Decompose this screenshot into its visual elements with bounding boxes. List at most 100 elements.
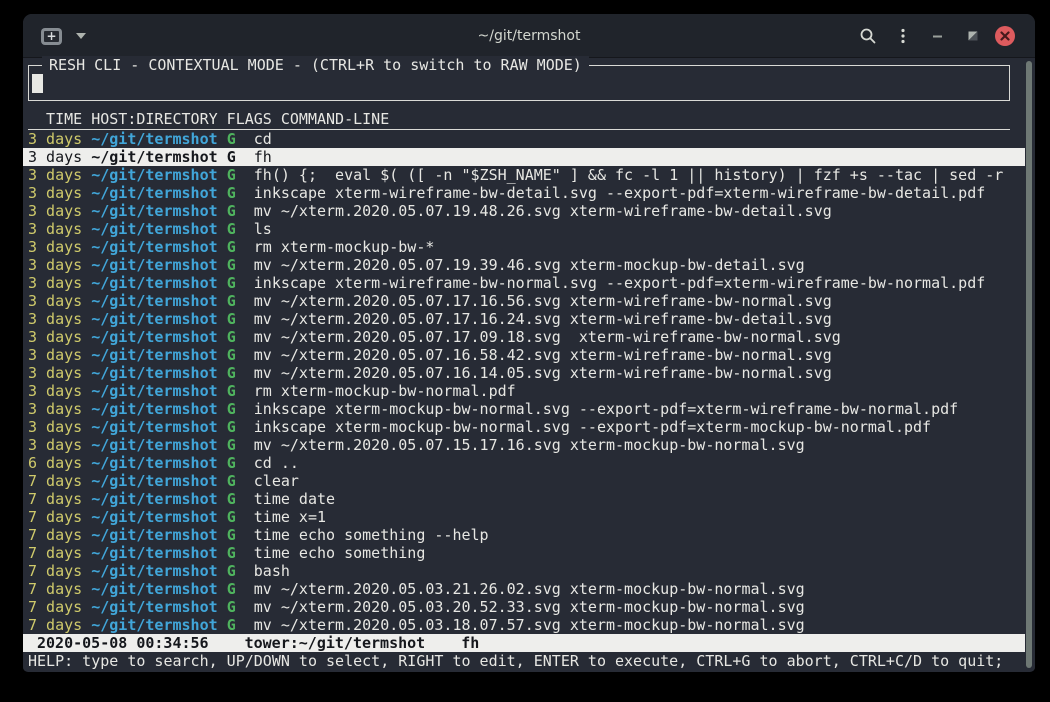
row-host-directory: ~/git/termshot [91,526,217,544]
row-host-directory: ~/git/termshot [91,616,217,634]
scrollbar[interactable] [1026,61,1032,668]
row-host-directory: ~/git/termshot [91,148,217,166]
row-time: 3 days [28,400,82,418]
history-row[interactable]: 3 days ~/git/termshot G mv ~/xterm.2020.… [23,364,1025,382]
new-tab-button[interactable]: + [41,28,62,45]
row-flags: G [227,310,236,328]
row-time: 3 days [28,130,82,148]
history-row[interactable]: 3 days ~/git/termshot G rm xterm-mockup-… [23,382,1025,400]
row-flags: G [227,508,236,526]
history-row[interactable]: 7 days ~/git/termshot G mv ~/xterm.2020.… [23,580,1025,598]
history-row[interactable]: 3 days ~/git/termshot G mv ~/xterm.2020.… [23,436,1025,454]
history-row[interactable]: 3 days ~/git/termshot G rm xterm-mockup-… [23,238,1025,256]
history-row[interactable]: 3 days ~/git/termshot G mv ~/xterm.2020.… [23,346,1025,364]
history-row[interactable]: 3 days ~/git/termshot G fh [23,148,1025,166]
row-host-directory: ~/git/termshot [91,562,217,580]
chevron-down-icon[interactable] [76,33,86,39]
history-row[interactable]: 7 days ~/git/termshot G clear [23,472,1025,490]
terminal-window: + ~/git/termshot [23,14,1035,672]
history-row[interactable]: 7 days ~/git/termshot G time echo someth… [23,526,1025,544]
row-host-directory: ~/git/termshot [91,130,217,148]
row-command: fh() {; eval $( ([ -n "$ZSH_NAME" ] && f… [254,166,1004,184]
terminal-screen: RESH CLI - CONTEXTUAL MODE - (CTRL+R to … [23,58,1035,671]
row-flags: G [227,184,236,202]
history-row[interactable]: 3 days ~/git/termshot G inkscape xterm-w… [23,274,1025,292]
history-row[interactable]: 7 days ~/git/termshot G time date [23,490,1025,508]
row-time: 3 days [28,148,82,166]
history-row[interactable]: 3 days ~/git/termshot G mv ~/xterm.2020.… [23,328,1025,346]
row-flags: G [227,238,236,256]
history-row[interactable]: 3 days ~/git/termshot G mv ~/xterm.2020.… [23,310,1025,328]
status-datetime: 2020-05-08 00:34:56 [37,634,209,652]
history-list: 3 days ~/git/termshot G cd3 days ~/git/t… [23,130,1025,634]
row-time: 3 days [28,328,82,346]
row-host-directory: ~/git/termshot [91,166,217,184]
history-row[interactable]: 3 days ~/git/termshot G cd [23,130,1025,148]
row-time: 3 days [28,184,82,202]
row-command: cd .. [254,454,299,472]
row-flags: G [227,400,236,418]
row-time: 3 days [28,166,82,184]
row-command: ls [254,220,272,238]
history-row[interactable]: 3 days ~/git/termshot G fh() {; eval $( … [23,166,1025,184]
history-row[interactable]: 3 days ~/git/termshot G mv ~/xterm.2020.… [23,202,1025,220]
row-time: 3 days [28,418,82,436]
close-icon [1000,31,1010,41]
row-flags: G [227,148,236,166]
history-row[interactable]: 3 days ~/git/termshot G inkscape xterm-m… [23,400,1025,418]
history-row[interactable]: 7 days ~/git/termshot G mv ~/xterm.2020.… [23,598,1025,616]
row-command: mv ~/xterm.2020.05.07.19.39.46.svg xterm… [254,256,805,274]
magnifier-icon [859,27,877,45]
row-host-directory: ~/git/termshot [91,274,217,292]
row-command: mv ~/xterm.2020.05.03.20.52.33.svg xterm… [254,598,805,616]
row-host-directory: ~/git/termshot [91,310,217,328]
row-flags: G [227,382,236,400]
row-flags: G [227,436,236,454]
row-time: 3 days [28,220,82,238]
row-flags: G [227,490,236,508]
status-command: fh [461,634,479,652]
history-row[interactable]: 3 days ~/git/termshot G inkscape xterm-w… [23,184,1025,202]
row-host-directory: ~/git/termshot [91,382,217,400]
history-row[interactable]: 7 days ~/git/termshot G bash [23,562,1025,580]
row-flags: G [227,418,236,436]
search-input-box[interactable]: RESH CLI - CONTEXTUAL MODE - (CTRL+R to … [28,65,1010,101]
restore-button[interactable] [960,23,986,49]
column-header: TIME HOST:DIRECTORY FLAGS COMMAND-LINE [28,110,1010,130]
row-flags: G [227,364,236,382]
row-time: 7 days [28,562,82,580]
row-time: 3 days [28,292,82,310]
row-flags: G [227,580,236,598]
row-time: 3 days [28,256,82,274]
row-flags: G [227,616,236,634]
help-bar: HELP: type to search, UP/DOWN to select,… [23,652,1025,670]
close-button[interactable] [995,26,1015,46]
row-host-directory: ~/git/termshot [91,490,217,508]
history-row[interactable]: 7 days ~/git/termshot G mv ~/xterm.2020.… [23,616,1025,634]
history-row[interactable]: 3 days ~/git/termshot G ls [23,220,1025,238]
history-row[interactable]: 3 days ~/git/termshot G mv ~/xterm.2020.… [23,256,1025,274]
row-host-directory: ~/git/termshot [91,184,217,202]
search-button[interactable] [855,23,881,49]
menu-button[interactable] [890,23,916,49]
row-time: 7 days [28,598,82,616]
row-command: mv ~/xterm.2020.05.03.18.07.57.svg xterm… [254,616,805,634]
row-command: inkscape xterm-mockup-bw-normal.svg --ex… [254,400,958,418]
row-time: 7 days [28,526,82,544]
row-host-directory: ~/git/termshot [91,400,217,418]
vertical-dots-icon [894,27,912,45]
history-row[interactable]: 3 days ~/git/termshot G mv ~/xterm.2020.… [23,292,1025,310]
row-host-directory: ~/git/termshot [91,454,217,472]
row-time: 7 days [28,472,82,490]
row-flags: G [227,346,236,364]
row-command: bash [254,562,290,580]
row-host-directory: ~/git/termshot [91,580,217,598]
row-flags: G [227,130,236,148]
minimize-button[interactable] [925,23,951,49]
row-host-directory: ~/git/termshot [91,544,217,562]
history-row[interactable]: 7 days ~/git/termshot G time echo someth… [23,544,1025,562]
history-row[interactable]: 7 days ~/git/termshot G time x=1 [23,508,1025,526]
history-row[interactable]: 6 days ~/git/termshot G cd .. [23,454,1025,472]
history-row[interactable]: 3 days ~/git/termshot G inkscape xterm-m… [23,418,1025,436]
row-host-directory: ~/git/termshot [91,418,217,436]
